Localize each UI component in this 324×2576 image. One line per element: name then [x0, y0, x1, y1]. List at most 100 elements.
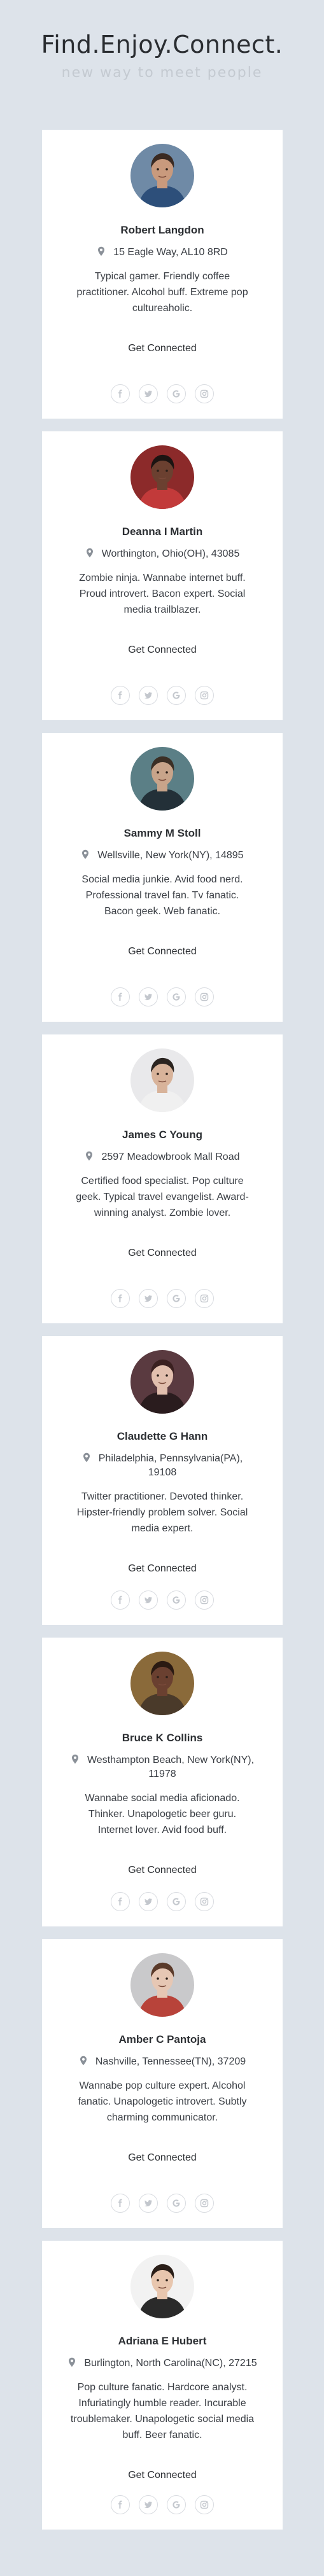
profile-bio: Zombie ninja. Wannabe internet buff. Pro… — [79, 573, 246, 615]
profile-card: Adriana E Hubert Burlington, North Caroli… — [42, 2241, 283, 2530]
facebook-icon[interactable] — [111, 2194, 130, 2213]
google-icon[interactable] — [167, 686, 186, 705]
location-text: Worthington, Ohio(OH), 43085 — [101, 548, 240, 559]
avatar — [130, 1350, 194, 1414]
google-icon[interactable] — [167, 384, 186, 403]
profile-name: Claudette G Hann — [116, 1430, 208, 1442]
location-text: Wellsville, New York(NY), 14895 — [97, 850, 244, 861]
profile-card: Sammy M Stoll Wellsville, New York(NY), 1… — [42, 733, 283, 1022]
location-text: Nashville, Tennessee(TN), 37209 — [95, 2056, 246, 2067]
social-links — [42, 987, 283, 1006]
avatar — [130, 747, 194, 811]
profile-location: 15 Eagle Way, AL10 8RD — [67, 246, 257, 260]
facebook-icon[interactable] — [111, 1892, 130, 1911]
location-pin-icon — [97, 246, 113, 258]
instagram-icon[interactable] — [195, 1591, 214, 1610]
location-text: Westhampton Beach, New York(NY), 11978 — [87, 1755, 255, 1779]
profile-location: Philadelphia, Pennsylvania(PA), 19108 — [67, 1452, 257, 1480]
twitter-icon[interactable] — [139, 686, 158, 705]
google-icon[interactable] — [167, 1289, 186, 1308]
get-connected-button[interactable]: Get Connected — [67, 343, 257, 354]
facebook-icon[interactable] — [111, 1591, 130, 1610]
profile-bio: Certified food specialist. Pop culture g… — [76, 1176, 249, 1218]
instagram-icon[interactable] — [195, 1892, 214, 1911]
profile-name: Adriana E Hubert — [118, 2335, 207, 2347]
profile-location: Nashville, Tennessee(TN), 37209 — [67, 2055, 257, 2069]
google-icon[interactable] — [167, 1892, 186, 1911]
google-icon[interactable] — [167, 987, 186, 1006]
profile-card: Robert Langdon 15 Eagle Way, AL10 8RD Typi… — [42, 130, 283, 419]
profile-location: 2597 Meadowbrook Mall Road — [67, 1150, 257, 1164]
location-pin-icon — [85, 548, 102, 559]
twitter-icon[interactable] — [139, 987, 158, 1006]
profile-name: Deanna I Martin — [122, 526, 203, 538]
get-connected-button[interactable]: Get Connected — [67, 644, 257, 656]
page-subtitle: new way to meet people — [61, 65, 263, 81]
facebook-icon[interactable] — [111, 686, 130, 705]
profile-bio: Social media junkie. Avid food nerd. Pro… — [81, 874, 243, 917]
profile-name: Bruce K Collins — [122, 1732, 203, 1744]
location-text: Philadelphia, Pennsylvania(PA), 19108 — [98, 1453, 243, 1478]
location-text: 15 Eagle Way, AL10 8RD — [113, 247, 228, 258]
profile-name: Sammy M Stoll — [123, 827, 201, 839]
profile-bio: Wannabe social media aficionado. Thinker… — [85, 1793, 240, 1835]
social-links — [42, 1892, 283, 1911]
social-links — [42, 2495, 283, 2514]
social-links — [42, 384, 283, 403]
profile-bio: Wannabe pop culture expert. Alcohol fana… — [78, 2080, 247, 2123]
avatar — [130, 1652, 194, 1715]
profile-location: Burlington, North Carolina(NC), 27215 — [67, 2357, 257, 2371]
social-links — [42, 2194, 283, 2213]
instagram-icon[interactable] — [195, 1289, 214, 1308]
get-connected-button[interactable]: Get Connected — [67, 1563, 257, 1575]
instagram-icon[interactable] — [195, 2194, 214, 2213]
profile-location: Worthington, Ohio(OH), 43085 — [67, 547, 257, 561]
profile-card: Amber C Pantoja Nashville, Tennessee(TN),… — [42, 1939, 283, 2228]
profile-name: Robert Langdon — [120, 224, 204, 236]
google-icon[interactable] — [167, 1591, 186, 1610]
google-icon[interactable] — [167, 2495, 186, 2514]
google-icon[interactable] — [167, 2194, 186, 2213]
social-links — [42, 686, 283, 705]
twitter-icon[interactable] — [139, 384, 158, 403]
location-pin-icon — [82, 1452, 99, 1464]
avatar — [130, 1048, 194, 1112]
twitter-icon[interactable] — [139, 2194, 158, 2213]
get-connected-button[interactable]: Get Connected — [67, 946, 257, 957]
twitter-icon[interactable] — [139, 1289, 158, 1308]
facebook-icon[interactable] — [111, 1289, 130, 1308]
twitter-icon[interactable] — [139, 1591, 158, 1610]
location-pin-icon — [71, 1754, 87, 1765]
profile-bio: Typical gamer. Friendly coffee practitio… — [76, 271, 248, 314]
instagram-icon[interactable] — [195, 384, 214, 403]
avatar — [130, 144, 194, 207]
get-connected-button[interactable]: Get Connected — [67, 2470, 257, 2481]
get-connected-button[interactable]: Get Connected — [67, 1865, 257, 1876]
facebook-icon[interactable] — [111, 987, 130, 1006]
instagram-icon[interactable] — [195, 686, 214, 705]
location-pin-icon — [67, 2357, 84, 2369]
avatar — [130, 2255, 194, 2318]
location-pin-icon — [81, 849, 97, 861]
facebook-icon[interactable] — [111, 384, 130, 403]
facebook-icon[interactable] — [111, 2495, 130, 2514]
profile-card: James C Young 2597 Meadowbrook Mall Road C… — [42, 1034, 283, 1323]
profile-card: Bruce K Collins Westhampton Beach, New Yo… — [42, 1638, 283, 1926]
twitter-icon[interactable] — [139, 1892, 158, 1911]
profile-card: Deanna I Martin Worthington, Ohio(OH), 43… — [42, 431, 283, 720]
location-pin-icon — [79, 2056, 95, 2067]
get-connected-button[interactable]: Get Connected — [67, 1248, 257, 1259]
page-title: Find.Enjoy.Connect. — [41, 31, 283, 59]
twitter-icon[interactable] — [139, 2495, 158, 2514]
profile-name: Amber C Pantoja — [118, 2033, 206, 2045]
page-header: Find.Enjoy.Connect. new way to meet peop… — [0, 0, 324, 122]
location-text: Burlington, North Carolina(NC), 27215 — [84, 2358, 257, 2369]
profile-card: Claudette G Hann Philadelphia, Pennsylvan… — [42, 1336, 283, 1625]
instagram-icon[interactable] — [195, 2495, 214, 2514]
profile-bio: Pop culture fanatic. Hardcore analyst. I… — [70, 2382, 255, 2440]
profile-bio: Twitter practitioner. Devoted thinker. H… — [76, 1491, 248, 1534]
profile-location: Westhampton Beach, New York(NY), 11978 — [67, 1753, 257, 1781]
instagram-icon[interactable] — [195, 987, 214, 1006]
profile-location: Wellsville, New York(NY), 14895 — [67, 849, 257, 863]
get-connected-button[interactable]: Get Connected — [67, 2152, 257, 2164]
